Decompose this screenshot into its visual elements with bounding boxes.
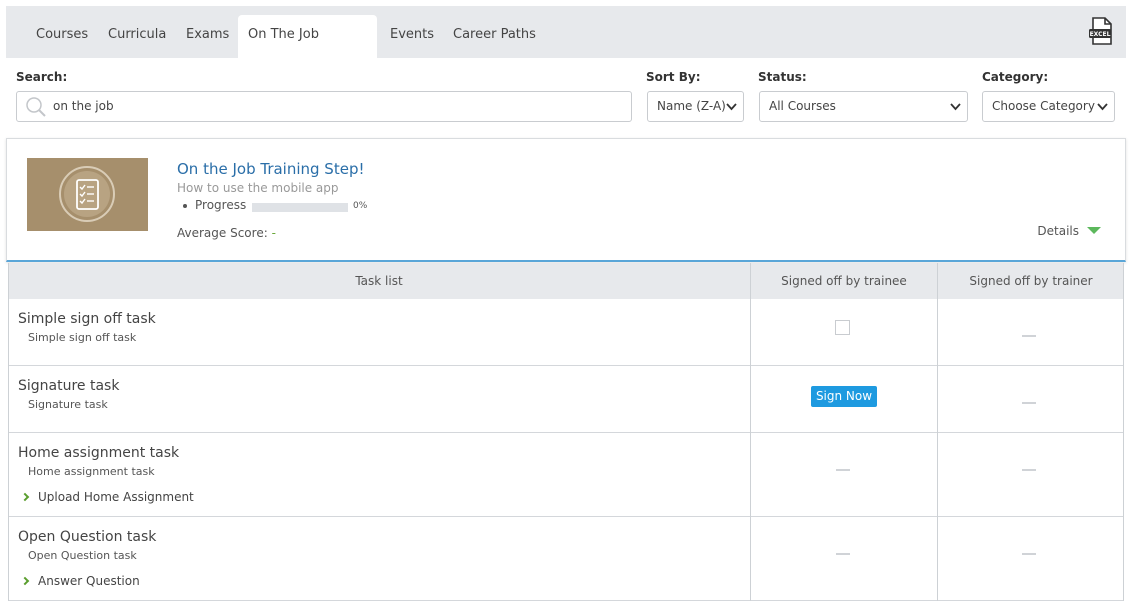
- course-subtitle: How to use the mobile app: [177, 181, 339, 195]
- sortby-value: Name (Z-A): [657, 99, 726, 113]
- search-value: on the job: [53, 99, 114, 113]
- tab-exams[interactable]: Exams: [176, 15, 239, 58]
- table-left-border: [8, 263, 9, 601]
- column-divider: [937, 263, 938, 601]
- tab-career-paths[interactable]: Career Paths: [443, 15, 546, 58]
- table-row: Simple sign off task Simple sign off tas…: [8, 299, 1124, 366]
- task-subtitle: Signature task: [28, 398, 108, 411]
- sortby-label: Sort By:: [646, 70, 701, 84]
- task-title: Home assignment task: [18, 445, 180, 461]
- average-score: Average Score: -: [177, 226, 276, 240]
- header-signed-trainer: Signed off by trainer: [969, 274, 1093, 288]
- course-card: On the Job Training Step! How to use the…: [6, 138, 1126, 262]
- header-signed-trainee: Signed off by trainee: [781, 274, 907, 288]
- category-label: Category:: [982, 70, 1049, 84]
- tab-events[interactable]: Events: [380, 15, 444, 58]
- trainee-signoff-checkbox[interactable]: [835, 320, 850, 335]
- table-header: Task list Signed off by trainee Signed o…: [8, 263, 1124, 299]
- category-select[interactable]: Choose Category: [982, 91, 1115, 122]
- table-row: Home assignment task Home assignment tas…: [8, 433, 1124, 517]
- status-select[interactable]: All Courses: [759, 91, 968, 122]
- upload-home-assignment-label: Upload Home Assignment: [38, 490, 194, 504]
- triangle-down-icon: [1087, 227, 1101, 234]
- main-panel: Courses Curricula Exams On The Job Train…: [6, 6, 1126, 615]
- sortby-select[interactable]: Name (Z-A): [647, 91, 744, 122]
- table-right-border: [1123, 263, 1124, 601]
- trainer-empty-dash: [1022, 553, 1036, 555]
- upload-home-assignment-link[interactable]: Upload Home Assignment: [20, 490, 194, 504]
- chevron-down-icon: [726, 103, 737, 111]
- task-title: Signature task: [18, 378, 120, 394]
- column-divider: [750, 263, 751, 601]
- search-label: Search:: [16, 70, 68, 84]
- task-subtitle: Home assignment task: [28, 465, 155, 478]
- trainer-empty-dash: [1022, 402, 1036, 404]
- header-task-list: Task list: [355, 274, 403, 288]
- task-subtitle: Open Question task: [28, 549, 137, 562]
- task-subtitle: Simple sign off task: [28, 331, 137, 344]
- trainee-empty-dash: [836, 553, 850, 555]
- trainer-empty-dash: [1022, 335, 1036, 337]
- trainee-empty-dash: [836, 469, 850, 471]
- category-value: Choose Category: [992, 99, 1095, 113]
- details-toggle[interactable]: Details: [1037, 224, 1101, 238]
- tab-courses[interactable]: Courses: [26, 15, 98, 58]
- filter-bar: Search: on the job Sort By: Name (Z-A) S…: [6, 58, 1126, 138]
- trainer-empty-dash: [1022, 469, 1036, 471]
- sign-now-button[interactable]: Sign Now: [811, 386, 877, 407]
- tab-bar: Courses Curricula Exams On The Job Train…: [6, 6, 1126, 82]
- course-thumbnail: [27, 158, 148, 231]
- checklist-icon: [59, 166, 115, 222]
- average-score-label: Average Score:: [177, 226, 268, 240]
- chevron-down-icon: [950, 103, 961, 111]
- chevron-right-icon: [20, 492, 30, 502]
- course-title[interactable]: On the Job Training Step!: [177, 160, 364, 178]
- tab-curricula[interactable]: Curricula: [98, 15, 176, 58]
- details-label: Details: [1037, 224, 1079, 238]
- table-row: Signature task Signature task Sign Now: [8, 366, 1124, 433]
- status-label: Status:: [758, 70, 807, 84]
- table-row: Open Question task Open Question task An…: [8, 517, 1124, 601]
- search-icon: [26, 97, 46, 117]
- excel-export-icon[interactable]: EXCEL: [1088, 17, 1114, 46]
- tab-on-the-job-training[interactable]: On The Job Training: [238, 15, 377, 82]
- answer-question-label: Answer Question: [38, 574, 140, 588]
- average-score-value: -: [271, 226, 276, 240]
- progress-label: Progress: [183, 198, 246, 212]
- chevron-down-icon: [1097, 103, 1108, 111]
- task-title: Open Question task: [18, 529, 157, 545]
- status-value: All Courses: [769, 99, 836, 113]
- answer-question-link[interactable]: Answer Question: [20, 574, 140, 588]
- chevron-right-icon: [20, 576, 30, 586]
- progress-bar: [252, 203, 348, 212]
- progress-label-text: Progress: [195, 198, 247, 212]
- progress-value: 0%: [353, 201, 368, 211]
- excel-label: EXCEL: [1090, 31, 1111, 38]
- task-title: Simple sign off task: [18, 311, 156, 327]
- search-input[interactable]: on the job: [16, 91, 632, 122]
